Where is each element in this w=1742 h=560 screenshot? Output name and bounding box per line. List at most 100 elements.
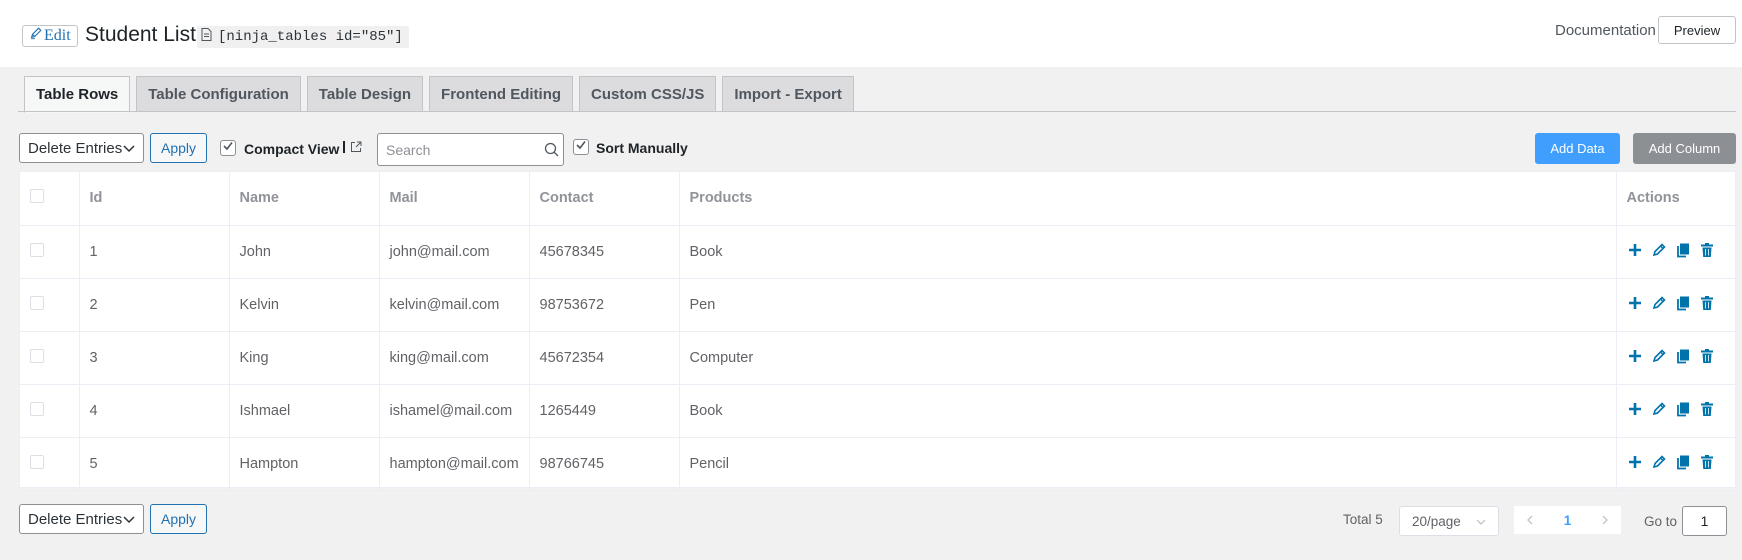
- chevron-down-icon: [123, 511, 135, 528]
- cell-id: 5: [79, 437, 230, 491]
- edit-icon[interactable]: [1651, 348, 1667, 368]
- bulk-action-value: Delete Entries: [28, 139, 123, 157]
- toolbar-separator: [343, 141, 345, 153]
- cell-product: Pen: [679, 278, 1617, 332]
- page-size-value: 20/page: [1412, 513, 1461, 529]
- cell-name: Kelvin: [229, 278, 380, 332]
- page-number-current[interactable]: 1: [1564, 513, 1572, 528]
- search-field[interactable]: [377, 133, 564, 166]
- external-link-icon[interactable]: [350, 140, 362, 152]
- add-icon[interactable]: [1627, 295, 1643, 315]
- cell-mail: king@mail.com: [379, 331, 530, 385]
- add-icon[interactable]: [1627, 401, 1643, 421]
- table-row[interactable]: 3 King king@mail.com 45672354 Computer: [20, 331, 1737, 385]
- row-actions-cell: [1616, 225, 1737, 279]
- compact-view-label: Compact View: [244, 141, 340, 157]
- apply-button[interactable]: Apply: [150, 133, 207, 163]
- cell-product: Book: [679, 225, 1617, 279]
- edit-title-button[interactable]: Edit: [22, 25, 78, 47]
- row-select-cell: [20, 331, 80, 385]
- row-checkbox[interactable]: [30, 295, 44, 310]
- row-select-cell: [20, 384, 80, 438]
- add-icon[interactable]: [1627, 242, 1643, 262]
- row-checkbox[interactable]: [30, 242, 44, 257]
- shortcode-text: [ninja_tables id="85"]: [218, 29, 403, 45]
- delete-icon[interactable]: [1699, 295, 1715, 315]
- edit-label: Edit: [44, 27, 71, 44]
- column-header-contact[interactable]: Contact: [529, 172, 680, 226]
- row-select-cell: [20, 278, 80, 332]
- duplicate-icon[interactable]: [1675, 295, 1691, 315]
- duplicate-icon[interactable]: [1675, 401, 1691, 421]
- tab-table-design[interactable]: Table Design: [306, 76, 424, 112]
- compact-view-checkbox[interactable]: [220, 140, 236, 156]
- preview-button[interactable]: Preview: [1658, 16, 1736, 44]
- tab-custom-css-js[interactable]: Custom CSS/JS: [579, 76, 717, 112]
- edit-icon[interactable]: [1651, 295, 1667, 315]
- duplicate-icon[interactable]: [1675, 348, 1691, 368]
- select-all-cell: [20, 172, 80, 226]
- search-input[interactable]: [378, 134, 528, 165]
- select-all-checkbox[interactable]: [30, 189, 44, 204]
- duplicate-icon[interactable]: [1675, 454, 1691, 474]
- footer-bulk-action-select[interactable]: Delete Entries: [19, 504, 144, 534]
- table-row[interactable]: 2 Kelvin kelvin@mail.com 98753672 Pen: [20, 278, 1737, 332]
- cell-contact: 45672354: [529, 331, 680, 385]
- row-checkbox[interactable]: [30, 454, 44, 469]
- sort-manually-checkbox[interactable]: [573, 139, 589, 155]
- goto-page-input[interactable]: 1: [1682, 506, 1727, 536]
- total-count: Total 5: [1343, 512, 1383, 527]
- cell-contact: 1265449: [529, 384, 680, 438]
- delete-icon[interactable]: [1699, 401, 1715, 421]
- tab-frontend-editing[interactable]: Frontend Editing: [429, 76, 574, 112]
- cell-name: Hampton: [229, 437, 380, 491]
- tab-import-export[interactable]: Import - Export: [722, 76, 854, 112]
- data-table: Id Name Mail Contact Products Actions 1J…: [19, 171, 1737, 491]
- chevron-down-icon: [123, 140, 135, 157]
- cell-id: 3: [79, 331, 230, 385]
- tab-table-configuration[interactable]: Table Configuration: [136, 76, 301, 112]
- cell-mail: ishamel@mail.com: [379, 384, 530, 438]
- table-row[interactable]: 5 Hampton hampton@mail.com 98766745 Pencil: [20, 437, 1737, 491]
- add-icon[interactable]: [1627, 348, 1643, 368]
- row-select-cell: [20, 225, 80, 279]
- add-icon[interactable]: [1627, 454, 1643, 474]
- add-column-button[interactable]: Add Column: [1633, 133, 1736, 164]
- edit-icon[interactable]: [1651, 242, 1667, 262]
- row-select-cell: [20, 437, 80, 491]
- column-header-mail[interactable]: Mail: [379, 172, 530, 226]
- prev-page-button[interactable]: [1526, 513, 1534, 528]
- edit-icon[interactable]: [1651, 454, 1667, 474]
- delete-icon[interactable]: [1699, 454, 1715, 474]
- cell-mail: kelvin@mail.com: [379, 278, 530, 332]
- delete-icon[interactable]: [1699, 348, 1715, 368]
- chevron-down-icon: [1476, 514, 1486, 529]
- column-header-name[interactable]: Name: [229, 172, 380, 226]
- cell-contact: 98766745: [529, 437, 680, 491]
- bulk-action-select[interactable]: Delete Entries: [19, 133, 144, 163]
- row-actions-cell: [1616, 384, 1737, 438]
- page-title: Student List: [85, 23, 196, 46]
- goto-label: Go to: [1644, 514, 1678, 529]
- add-data-button[interactable]: Add Data: [1535, 133, 1620, 164]
- edit-icon[interactable]: [1651, 401, 1667, 421]
- table-row[interactable]: 1 John john@mail.com 45678345 Book: [20, 225, 1737, 279]
- sort-manually-label: Sort Manually: [596, 140, 688, 156]
- table-row[interactable]: 4 Ishmael ishamel@mail.com 1265449 Book: [20, 384, 1737, 438]
- row-checkbox[interactable]: [30, 348, 44, 363]
- shortcode-badge[interactable]: [ninja_tables id="85"]: [197, 26, 409, 48]
- delete-icon[interactable]: [1699, 242, 1715, 262]
- row-actions-cell: [1616, 437, 1737, 491]
- cell-id: 2: [79, 278, 230, 332]
- cell-id: 1: [79, 225, 230, 279]
- column-header-id[interactable]: Id: [79, 172, 230, 226]
- tab-table-rows[interactable]: Table Rows: [24, 76, 131, 113]
- page-size-select[interactable]: 20/page: [1399, 506, 1499, 536]
- footer-apply-button[interactable]: Apply: [150, 504, 207, 534]
- duplicate-icon[interactable]: [1675, 242, 1691, 262]
- next-page-button[interactable]: [1601, 513, 1609, 528]
- row-checkbox[interactable]: [30, 401, 44, 416]
- documentation-link[interactable]: Documentation: [1555, 21, 1656, 41]
- column-header-products[interactable]: Products: [679, 172, 1617, 226]
- cell-name: John: [229, 225, 380, 279]
